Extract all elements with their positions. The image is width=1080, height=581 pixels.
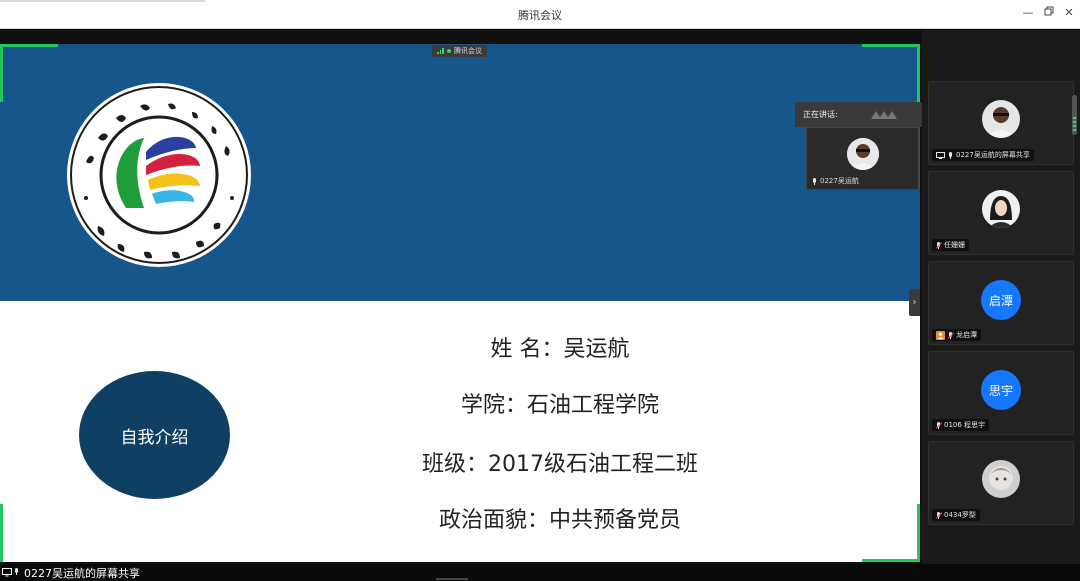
status-dot-icon: [447, 49, 451, 53]
share-corner-top-left: [0, 44, 4, 102]
mic-muted-icon: [935, 511, 943, 519]
participant-initials-avatar: 思宇: [981, 370, 1021, 410]
mic-icon: [948, 151, 953, 159]
minimize-icon[interactable]: —: [1021, 6, 1035, 20]
mic-muted-icon: [947, 331, 955, 339]
participant-tile[interactable]: 任姗姗: [928, 171, 1074, 255]
shared-slide: 自我介绍 姓 名：吴运航 学院：石油工程学院 班级：2017级石油工程二班 政治…: [0, 44, 920, 562]
bottom-scroll-indicator: [436, 578, 468, 580]
participant-label: 0434罗梨: [932, 509, 980, 521]
bottom-status-bar: 0227吴运航的屏幕共享: [0, 564, 1080, 581]
active-speaker-tile[interactable]: 0227吴运航: [806, 127, 919, 190]
title-bar: 腾讯会议 — ✕: [0, 0, 1080, 29]
info-name-line: 姓 名：吴运航: [490, 337, 630, 362]
title-bar-strip: [0, 0, 205, 2]
participant-label: 任姗姗: [932, 239, 969, 251]
mic-icon: [812, 177, 817, 185]
info-political-line: 政治面貌：中共预备党员: [438, 508, 681, 533]
speaker-name: 0227吴运航: [820, 177, 859, 185]
screen-share-icon: [2, 568, 12, 577]
share-corner-top-right-h: [862, 44, 920, 47]
share-corner-bottom-left: [0, 504, 3, 562]
participant-tile[interactable]: 0227吴运航的屏幕共享: [928, 81, 1074, 165]
participant-name: 龙启潭: [956, 331, 977, 339]
speaking-title: 正在讲话:: [803, 110, 838, 119]
signal-icon: [437, 48, 444, 54]
mic-icon: [14, 568, 19, 575]
participant-avatar: [982, 460, 1020, 498]
participant-initials-avatar: 启潭: [981, 280, 1021, 320]
panel-scrollbar[interactable]: [1072, 95, 1077, 135]
screen-share-icon: [936, 151, 945, 159]
mic-muted-icon: [935, 241, 943, 249]
participant-tile[interactable]: 思宇 0106 程思宇: [928, 351, 1074, 435]
window-title: 腾讯会议: [518, 9, 562, 22]
close-icon[interactable]: ✕: [1062, 6, 1076, 20]
bottom-share-label: 0227吴运航的屏幕共享: [24, 567, 140, 580]
share-badge-label: 腾讯会议: [454, 47, 482, 55]
share-corner-top-left-h: [0, 44, 58, 47]
participant-name: 任姗姗: [944, 241, 965, 249]
participant-name: 0434罗梨: [944, 511, 976, 519]
intro-label: 自我介绍: [120, 427, 189, 448]
participant-label: 0227吴运航的屏幕共享: [932, 149, 1034, 161]
share-corner-top-right: [917, 44, 920, 102]
participant-label: 0106 程思宇: [932, 419, 990, 431]
share-corner-bottom-right: [917, 504, 920, 562]
share-corner-bottom-right-h: [862, 559, 920, 562]
info-class-line: 班级：2017级石油工程二班: [422, 452, 698, 477]
meeting-share-badge: 腾讯会议: [432, 45, 487, 57]
drag-grip-icon[interactable]: [871, 111, 901, 119]
participant-tile[interactable]: 启潭 龙启潭: [928, 261, 1074, 345]
participant-avatar: [982, 100, 1020, 138]
participant-label: 龙启潭: [932, 329, 981, 341]
user-icon: [936, 330, 945, 340]
mic-muted-icon: [935, 421, 943, 429]
school-logo: [65, 81, 253, 269]
speaking-indicator[interactable]: 正在讲话:: [795, 102, 930, 127]
restore-icon[interactable]: [1042, 6, 1056, 20]
speaker-name-label: 0227吴运航: [812, 176, 859, 186]
info-college-line: 学院：石油工程学院: [460, 393, 659, 418]
participant-tile[interactable]: 0434罗梨: [928, 441, 1074, 525]
participant-avatar: [982, 190, 1020, 228]
intro-oval: 自我介绍: [79, 371, 230, 499]
collapse-panel-button[interactable]: ›: [909, 289, 920, 316]
speaker-avatar: [847, 138, 879, 170]
participant-name: 0227吴运航的屏幕共享: [956, 151, 1030, 159]
participant-name: 0106 程思宇: [944, 421, 986, 429]
